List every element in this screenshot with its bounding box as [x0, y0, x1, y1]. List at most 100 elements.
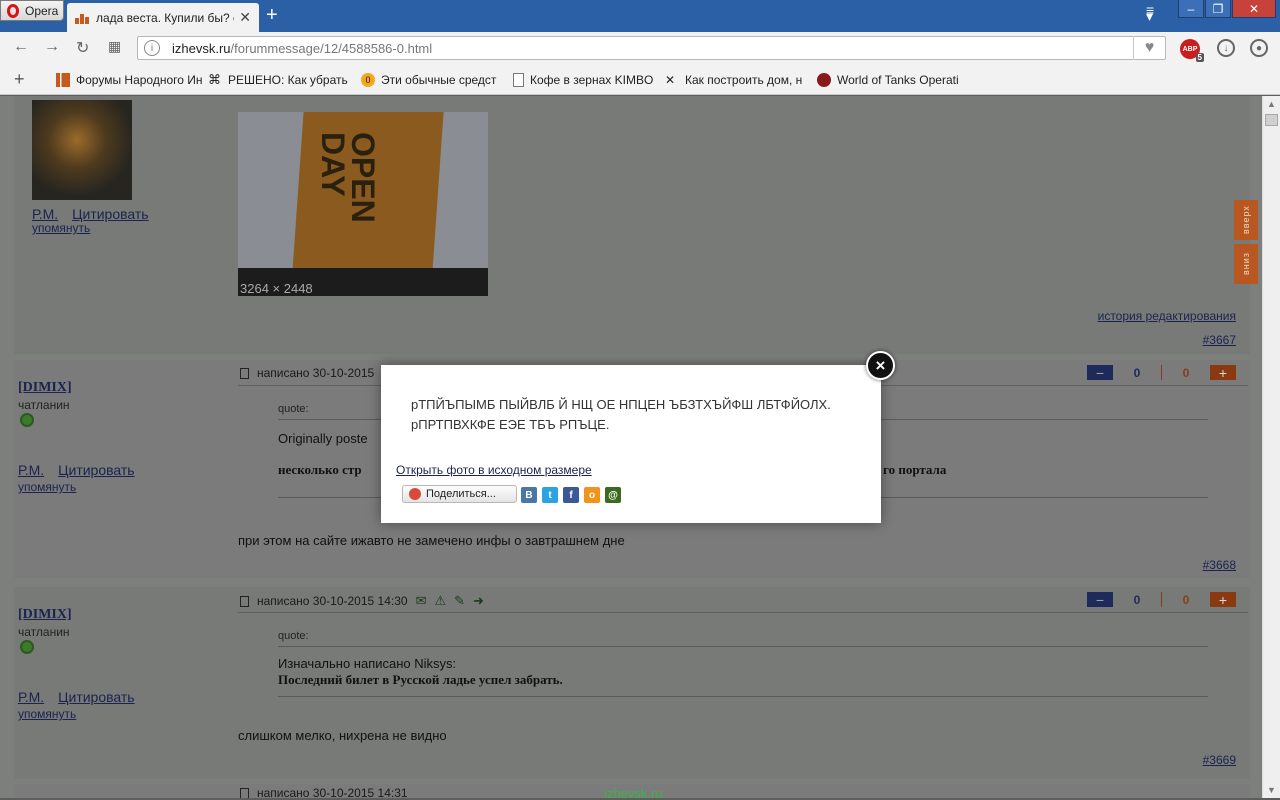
opera-menu-label: Opera — [25, 3, 59, 18]
vote-up-button[interactable]: + — [1210, 365, 1236, 381]
footer-site-name: izhevsk.ru — [604, 786, 663, 800]
reload-icon[interactable]: ↻ — [76, 38, 89, 58]
bookmark-item[interactable]: Форумы Народного Ин — [56, 73, 203, 87]
votes-plus-count: 0 — [1182, 365, 1190, 380]
user-links: Р.М. Цитировать — [18, 689, 149, 705]
scrollbar-thumb[interactable] — [1265, 114, 1278, 126]
opera-logo-icon — [7, 3, 19, 18]
post-date: написано 30-10-2015 14:31 — [257, 786, 408, 798]
pm-link[interactable]: Р.М. — [32, 206, 58, 222]
post-meta: написано 30-10-2015 — [240, 366, 374, 380]
bookmark-item[interactable]: World of Tanks Operati — [817, 73, 959, 87]
edit-history-link[interactable]: история редактирования — [1098, 309, 1236, 323]
vk-icon[interactable]: В — [521, 487, 537, 503]
vote-up-button[interactable]: + — [1210, 592, 1236, 608]
reply-icon[interactable]: ✉ — [416, 593, 427, 609]
move-icon[interactable]: ➜ — [473, 593, 484, 609]
site-info-icon[interactable]: i — [144, 40, 160, 56]
tab-active[interactable]: лада веста. Купили бы? стр ✕ — [67, 3, 259, 32]
share-button[interactable]: Поделиться... — [402, 485, 517, 503]
avatar[interactable] — [32, 100, 132, 200]
bookmark-item[interactable]: Кофе в зернах KIMBO — [513, 73, 653, 87]
mailru-icon[interactable]: @ — [605, 487, 621, 503]
mention-link[interactable]: упомянуть — [18, 480, 76, 494]
post-number[interactable]: #3668 — [1203, 558, 1236, 572]
mention-link[interactable]: упомянуть — [32, 221, 90, 235]
post-text: слишком мелко, нихрена не видно — [238, 728, 447, 743]
vote-down-button[interactable]: − — [1087, 365, 1113, 381]
odnoklassniki-icon[interactable]: о — [584, 487, 600, 503]
url-host: izhevsk.ru — [172, 40, 231, 56]
edit-icon[interactable]: ✎ — [454, 593, 465, 609]
dialog-close-button[interactable]: × — [866, 351, 895, 380]
address-bar[interactable]: i izhevsk.ru/forummessage/12/4588586-0.h… — [137, 36, 1166, 60]
new-tab-button[interactable]: + — [266, 5, 278, 25]
add-bookmark-icon[interactable]: + — [14, 69, 25, 90]
forward-icon[interactable]: → — [44, 38, 60, 56]
scroll-down-button[interactable]: вниз — [1234, 244, 1258, 284]
scroll-down-arrow-icon[interactable]: ▼ — [1267, 785, 1276, 795]
bookmark-label: Форумы Народного Ин — [76, 73, 203, 87]
close-window-button[interactable]: ✕ — [1232, 0, 1276, 18]
quote-body-start: несколько стр — [278, 462, 362, 477]
user-links: Р.М. Цитировать — [32, 206, 163, 222]
account-icon[interactable]: ● — [1250, 39, 1268, 57]
post-number[interactable]: #3669 — [1203, 753, 1236, 767]
tab-title: лада веста. Купили бы? стр — [96, 10, 234, 25]
maximize-button[interactable]: ❐ — [1205, 0, 1231, 18]
bookmark-heart-icon[interactable]: ♥ — [1133, 36, 1165, 60]
downloads-icon[interactable]: ↓ — [1217, 39, 1235, 57]
pm-link[interactable]: Р.М. — [18, 689, 44, 705]
puzzle-icon: ⌘ — [208, 72, 221, 87]
open-original-link[interactable]: Открыть фото в исходном размере — [396, 463, 592, 477]
facebook-icon[interactable]: f — [563, 487, 579, 503]
tab-menu-icon[interactable]: ≡ ▾ — [1146, 3, 1162, 23]
scroll-up-arrow-icon[interactable]: ▲ — [1267, 99, 1276, 109]
dialog-message: рТПЙЪПЫМБ ПЫЙВЛБ Й НЩ ОЕ НПЦЕН ЪБЗТХЪЙФШ… — [411, 397, 831, 432]
quote-link[interactable]: Цитировать — [58, 462, 134, 478]
minimize-button[interactable]: – — [1178, 0, 1204, 18]
document-icon — [240, 787, 249, 798]
quote-link[interactable]: Цитировать — [72, 206, 148, 222]
quote-label: quote: — [278, 630, 309, 642]
username[interactable]: [DIMIX] — [18, 380, 72, 396]
coin-icon: 0 — [361, 73, 375, 87]
quote-body: Последний билет в Русской ладье успел за… — [278, 672, 563, 687]
vote-down-button[interactable]: − — [1087, 592, 1113, 608]
document-icon — [240, 595, 249, 607]
bookmark-item[interactable]: ⌘ РЕШЕНО: Как убрать — [208, 72, 348, 88]
mention-link[interactable]: упомянуть — [18, 707, 76, 721]
adblock-icon[interactable]: ABP 5 — [1180, 39, 1204, 62]
user-rank: чатланин — [18, 625, 70, 639]
warning-icon[interactable]: ⚠ — [434, 593, 446, 609]
adblock-label: ABP — [1182, 45, 1198, 53]
scroll-up-button[interactable]: вверх — [1234, 200, 1258, 240]
twitter-icon[interactable]: t — [542, 487, 558, 503]
bookmark-item[interactable]: 0 Эти обычные средст — [361, 73, 496, 87]
pm-link[interactable]: Р.М. — [18, 462, 44, 478]
quote-label: quote: — [278, 403, 309, 415]
user-rank: чатланин — [18, 398, 70, 412]
back-icon[interactable]: ← — [13, 38, 29, 56]
tab-close-icon[interactable]: ✕ — [239, 9, 251, 26]
votes-minus-count: 0 — [1133, 365, 1141, 380]
bookmark-label: Как построить дом, н — [685, 73, 803, 87]
tools-icon: ✕ — [665, 73, 676, 87]
opera-menu-button[interactable]: Opera — [0, 0, 64, 21]
post-photo[interactable]: OPEN DAY 3264 × 2448 — [238, 112, 488, 296]
quote-link[interactable]: Цитировать — [58, 689, 134, 705]
bookmark-label: Кофе в зернах KIMBO — [530, 73, 654, 87]
user-links: Р.М. Цитировать — [18, 462, 149, 478]
bookmark-label: РЕШЕНО: Как убрать — [228, 73, 348, 87]
rank-star-icon — [20, 640, 34, 654]
post-date: написано 30-10-2015 — [257, 366, 375, 380]
vote-widget: − 0 0 + — [1087, 365, 1236, 381]
izhevsk-favicon-icon — [75, 12, 91, 24]
speed-dial-icon[interactable]: ▦ — [108, 38, 121, 55]
username[interactable]: [DIMIX] — [18, 607, 72, 623]
error-dialog: рТПЙЪПЫМБ ПЫЙВЛБ Й НЩ ОЕ НПЦЕН ЪБЗТХЪЙФШ… — [381, 365, 881, 523]
divider — [238, 612, 1248, 613]
bookmark-item[interactable]: ✕ Как построить дом, н — [665, 73, 802, 87]
vertical-scrollbar[interactable]: ▲ ▼ — [1262, 96, 1280, 798]
post-number[interactable]: #3667 — [1203, 333, 1236, 347]
